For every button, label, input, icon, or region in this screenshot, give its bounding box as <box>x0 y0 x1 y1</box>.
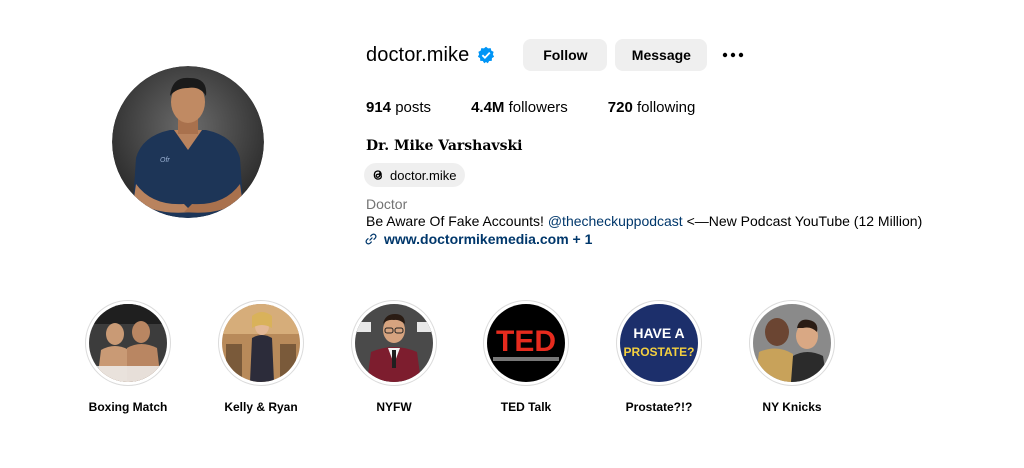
svg-text:Ofr: Ofr <box>160 157 170 164</box>
highlight-cover: HAVE A PROSTATE? <box>620 304 698 382</box>
full-name: Dr. Mike Varshavski <box>366 138 523 154</box>
highlight-ring <box>351 300 437 386</box>
following-stat[interactable]: 720 following <box>608 99 696 116</box>
highlight-ny-knicks[interactable]: NY Knicks <box>732 300 852 414</box>
bio-text-suffix: <—New Podcast YouTube (12 Million) <box>682 213 923 229</box>
username[interactable]: doctor.mike <box>366 44 469 67</box>
followers-label: followers <box>508 99 568 116</box>
highlight-ring: TED <box>483 300 569 386</box>
link-icon <box>365 233 377 245</box>
profile-header: doctor.mike Follow Message <box>366 38 745 72</box>
highlight-kelly-ryan[interactable]: Kelly & Ryan <box>201 300 321 414</box>
highlight-ring <box>218 300 304 386</box>
following-label: following <box>636 99 696 116</box>
highlight-label: TED Talk <box>500 400 552 414</box>
more-options-icon[interactable] <box>721 43 745 67</box>
external-link-text[interactable]: www.doctormikemedia.com + 1 <box>384 231 592 247</box>
following-count: 720 <box>607 99 633 116</box>
profile-category: Doctor <box>366 196 408 212</box>
highlight-cover: TED <box>487 304 565 382</box>
posts-label: posts <box>395 99 432 116</box>
highlight-label: Prostate?!? <box>625 400 693 414</box>
posts-stat: 914 posts <box>366 99 431 116</box>
highlight-ring: HAVE A PROSTATE? <box>616 300 702 386</box>
verified-badge-icon <box>478 46 495 64</box>
highlight-prostate[interactable]: HAVE A PROSTATE? Prostate?!? <box>599 300 719 414</box>
bio-mention-link[interactable]: @thecheckuppodcast <box>548 213 683 229</box>
bio-text: Be Aware Of Fake Accounts! <box>366 213 548 229</box>
highlight-label: Kelly & Ryan <box>224 400 298 414</box>
highlight-cover <box>355 304 433 382</box>
profile-avatar[interactable]: Ofr <box>112 66 264 218</box>
highlight-nyfw[interactable]: NYFW <box>334 300 454 414</box>
followers-count: 4.4M <box>471 99 505 116</box>
highlight-cover <box>753 304 831 382</box>
highlight-label: Boxing Match <box>88 400 168 414</box>
followers-stat[interactable]: 4.4M followers <box>471 99 568 116</box>
threads-link-button[interactable]: doctor.mike <box>364 163 466 187</box>
highlight-boxing-match[interactable]: Boxing Match <box>68 300 188 414</box>
profile-stats: 914 posts 4.4M followers 720 following <box>366 99 735 116</box>
highlight-cover <box>89 304 167 382</box>
message-button[interactable]: Message <box>615 39 708 71</box>
cover-text-line-1: HAVE A <box>633 325 684 341</box>
highlight-label: NY Knicks <box>762 400 822 414</box>
threads-handle: doctor.mike <box>390 167 457 183</box>
threads-icon <box>373 170 382 180</box>
highlight-cover <box>222 304 300 382</box>
highlight-label: NYFW <box>376 400 412 414</box>
avatar-photo: Ofr <box>112 66 264 218</box>
story-highlights: Boxing Match Kelly & Ryan NYFW TED TED T… <box>0 300 1024 430</box>
ted-logo-text: TED <box>496 325 556 358</box>
follow-button[interactable]: Follow <box>523 39 608 71</box>
highlight-ring <box>85 300 171 386</box>
external-link[interactable]: www.doctormikemedia.com + 1 <box>364 231 592 247</box>
highlight-ted-talk[interactable]: TED TED Talk <box>466 300 586 414</box>
cover-text-line-2: PROSTATE? <box>624 345 695 359</box>
highlight-ring <box>749 300 835 386</box>
posts-count: 914 <box>366 99 392 116</box>
profile-bio: Be Aware Of Fake Accounts! @thecheckuppo… <box>366 213 922 229</box>
